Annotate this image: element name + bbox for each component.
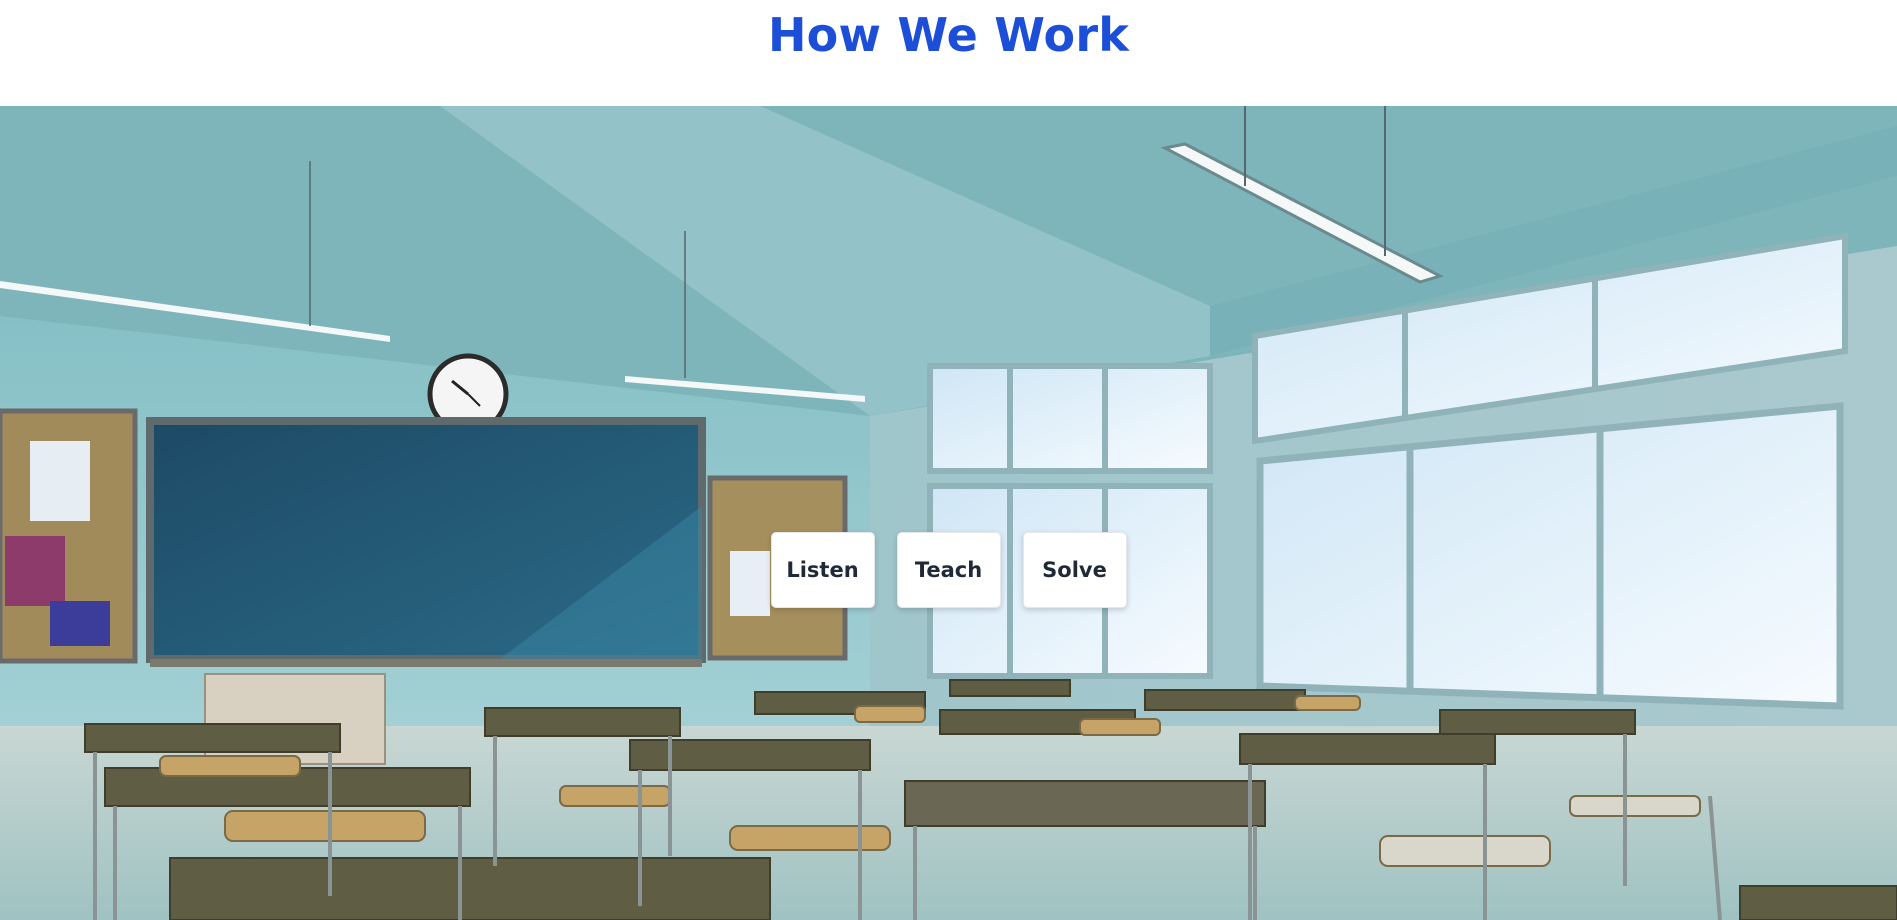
page-header: How We Work — [0, 0, 1897, 106]
hero-section — [0, 106, 1897, 920]
steps-button-group: Listen Teach Solve — [0, 532, 1897, 608]
listen-button[interactable]: Listen — [770, 532, 875, 608]
classroom-image — [0, 106, 1897, 920]
page-title: How We Work — [767, 8, 1130, 62]
teach-button[interactable]: Teach — [896, 532, 1001, 608]
solve-button[interactable]: Solve — [1022, 532, 1127, 608]
